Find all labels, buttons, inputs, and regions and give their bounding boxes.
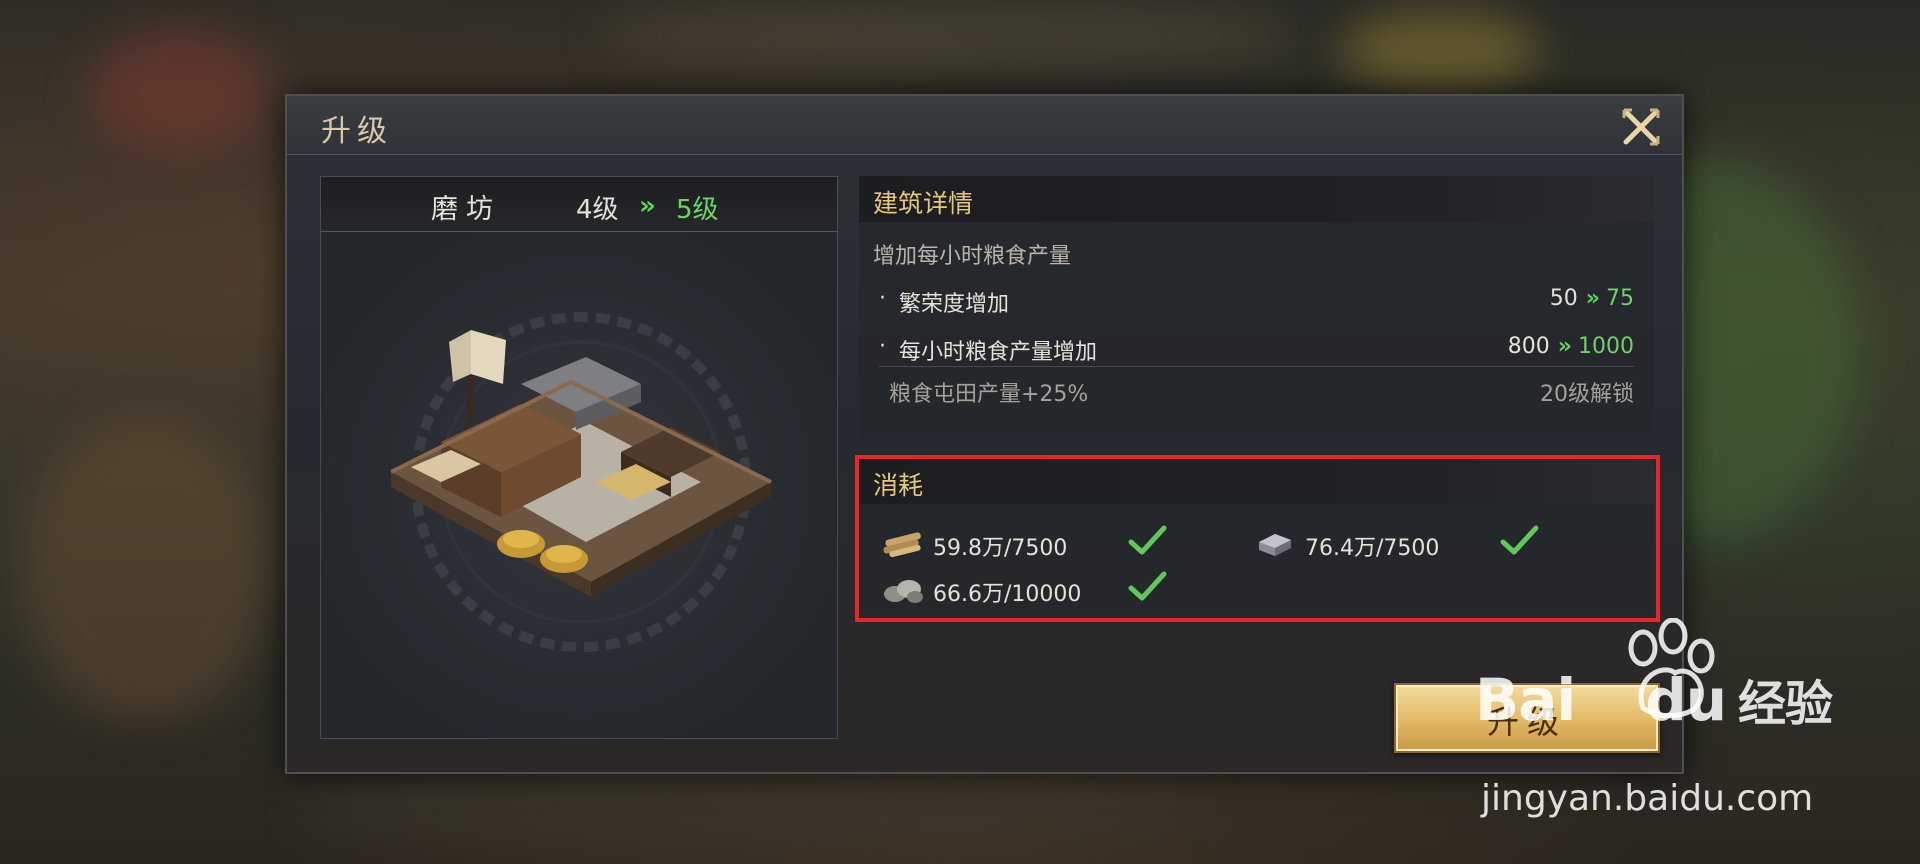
close-button[interactable] [1618, 104, 1664, 150]
unlock-label: 粮食屯田产量+25% [889, 382, 1089, 407]
resource-stone: 66.6万/10000 [881, 570, 1181, 610]
background-blur [600, 0, 1300, 70]
arrow-icon: » [1557, 334, 1572, 359]
background-blur [90, 30, 270, 150]
arrow-icon: » [1585, 286, 1600, 311]
detail-row-food-production: · 每小时粮食产量增加 800 » 1000 [879, 330, 1634, 370]
value-to: 75 [1606, 286, 1634, 311]
building-name: 磨坊 [431, 194, 501, 225]
background-blur [1340, 10, 1540, 90]
details-header: 建筑详情 [859, 176, 1654, 222]
dialog-title: 升级 [321, 114, 393, 149]
wood-icon [883, 532, 921, 558]
close-icon [1622, 108, 1660, 146]
stone-icon [884, 580, 923, 603]
upgrade-button-label: 升级 [1486, 703, 1567, 741]
building-details-panel: 建筑详情 增加每小时粮食产量 · 繁荣度增加 50» 75 · 每小时粮食产量增加… [859, 176, 1654, 438]
detail-values: 800 » 1000 [1508, 334, 1634, 359]
bullet-icon: · [879, 286, 886, 311]
value-from: 800 [1507, 334, 1550, 359]
building-preview-panel: 磨坊 4级 » 5级 [320, 176, 838, 739]
background-blur [20, 420, 270, 720]
value-to: 1000 [1578, 334, 1634, 359]
consumption-panel: 消耗 59.8万/7500 76.4万/7500 66.6万/10000 [859, 458, 1654, 615]
resource-wood: 59.8万/7500 [881, 524, 1181, 564]
bullet-icon: · [879, 334, 886, 359]
mill-building-image [390, 312, 772, 652]
resource-iron: 76.4万/7500 [1253, 524, 1553, 564]
detail-label: 繁荣度增加 [899, 292, 1010, 317]
detail-label: 每小时粮食产量增加 [899, 340, 1098, 365]
detail-values: 50 » 75 [1550, 286, 1634, 311]
next-level: 5级 [676, 195, 719, 225]
consumption-title: 消耗 [873, 471, 924, 500]
check-icon [1128, 571, 1167, 601]
check-icon [1128, 525, 1167, 555]
detail-row-prosperity: · 繁荣度增加 50 » 75 [879, 282, 1634, 322]
resource-amount: 66.6万/10000 [933, 582, 1082, 607]
divider [879, 366, 1634, 367]
watermark-url: jingyan.baidu.com [1481, 778, 1814, 819]
level-arrow-icon: » [639, 191, 656, 221]
resource-amount: 59.8万/7500 [933, 536, 1068, 561]
consumption-header: 消耗 [859, 458, 1654, 504]
upgrade-button[interactable]: 升级 [1394, 683, 1660, 753]
iron-icon [1259, 534, 1291, 556]
dialog-header: 升级 [287, 96, 1682, 155]
unlock-requirement: 20级解锁 [1540, 382, 1634, 407]
building-header: 磨坊 4级 » 5级 [321, 177, 837, 232]
resource-amount: 76.4万/7500 [1305, 536, 1440, 561]
details-description: 增加每小时粮食产量 [873, 244, 1072, 269]
watermark-brand-cn: 经验 [1738, 676, 1833, 732]
check-icon [1500, 525, 1539, 555]
value-from: 50 [1549, 286, 1578, 311]
current-level: 4级 [576, 195, 619, 225]
upgrade-dialog: 升级 磨坊 4级 » 5级 建筑详情 增加每小时粮食产量 · 繁荣度增加 50 … [285, 94, 1684, 774]
details-title: 建筑详情 [873, 189, 974, 218]
